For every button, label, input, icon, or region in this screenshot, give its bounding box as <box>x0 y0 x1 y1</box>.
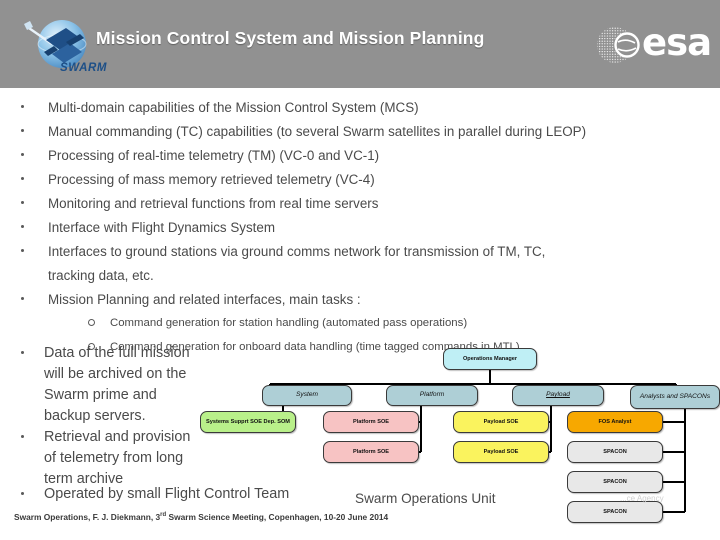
bullet-text: Mission Planning and related interfaces,… <box>48 292 361 307</box>
bullet-item: Multi-domain capabilities of the Mission… <box>0 96 720 120</box>
page-title: Mission Control System and Mission Plann… <box>96 28 485 48</box>
bullet-dot-icon <box>21 105 24 108</box>
bullet-text: Multi-domain capabilities of the Mission… <box>48 100 419 115</box>
org-chart: Operations Manager System Platform Paylo… <box>180 340 720 540</box>
bullet-dot-icon <box>21 201 24 204</box>
bullet-dot-icon <box>21 435 24 438</box>
bullet-list: Multi-domain capabilities of the Mission… <box>0 96 720 360</box>
bullet-item: Manual commanding (TC) capabilities (to … <box>0 120 720 144</box>
org-node-spacon-1[interactable]: SPACON <box>567 441 663 463</box>
bullet-dot-icon <box>21 492 24 495</box>
org-chart-caption: Swarm Operations Unit <box>355 491 496 506</box>
slide-footer: Swarm Operations, F. J. Diekmann, 3rd Sw… <box>14 512 388 522</box>
esa-logo: esa <box>596 21 712 68</box>
bullet-text: Interfaces to ground stations via ground… <box>48 244 546 259</box>
bullet-text: Manual commanding (TC) capabilities (to … <box>48 124 587 139</box>
org-node-category-system[interactable]: System <box>262 385 352 406</box>
org-node-payload-soe-1[interactable]: Payload SOE <box>453 411 549 433</box>
sub-bullet-item: Command generation for station handling … <box>0 312 720 336</box>
bullet-dot-icon <box>21 297 24 300</box>
header-divider <box>0 88 720 92</box>
sub-bullet-text: Command generation for station handling … <box>110 317 468 329</box>
bullet-dot-icon <box>21 153 24 156</box>
slide-header: SWARM Mission Control System and Mission… <box>0 0 720 88</box>
esa-globe-icon <box>597 27 640 63</box>
org-node-operations-manager[interactable]: Operations Manager <box>443 348 537 370</box>
bullet-text: Monitoring and retrieval functions from … <box>48 196 379 211</box>
org-node-category-analysts-spacons[interactable]: Analysts and SPACONs <box>630 385 720 409</box>
bullet-text: Interface with Flight Dynamics System <box>48 220 275 235</box>
bullet-dot-icon <box>21 225 24 228</box>
org-node-platform-soe-1[interactable]: Platform SOE <box>323 411 419 433</box>
org-node-fos-analyst[interactable]: FOS Analyst <box>567 411 663 433</box>
bullet-item: Interfaces to ground stations via ground… <box>0 240 720 288</box>
bullet-item: Processing of real-time telemetry (TM) (… <box>0 144 720 168</box>
org-node-category-payload[interactable]: Payload <box>512 385 604 406</box>
bullet-item: Mission Planning and related interfaces,… <box>0 288 720 312</box>
bullet-item: Interface with Flight Dynamics System <box>0 216 720 240</box>
agency-watermark: ...ce Agency <box>620 494 664 503</box>
org-node-payload-soe-2[interactable]: Payload SOE <box>453 441 549 463</box>
bullet-dot-icon <box>21 129 24 132</box>
org-node-spacon-2[interactable]: SPACON <box>567 471 663 493</box>
org-node-platform-soe-2[interactable]: Platform SOE <box>323 441 419 463</box>
bullet-item: Monitoring and retrieval functions from … <box>0 192 720 216</box>
bullet-text: Processing of real-time telemetry (TM) (… <box>48 148 380 163</box>
swarm-logo-text: SWARM <box>60 62 108 74</box>
bullet-dot-icon <box>21 249 24 252</box>
sub-bullet-ring-icon <box>88 319 95 326</box>
org-node-category-platform[interactable]: Platform <box>386 385 478 406</box>
bullet-dot-icon <box>21 177 24 180</box>
bullet-text: Processing of mass memory retrieved tele… <box>48 172 375 187</box>
esa-logo-text: esa <box>642 21 712 64</box>
org-node-spacon-3[interactable]: SPACON <box>567 501 663 523</box>
bullet-text-continuation: tracking data, etc. <box>48 268 154 283</box>
org-node-systems-support-soe[interactable]: Systems Supprt SOE Dep. SOM <box>200 411 296 433</box>
bullet-dot-icon <box>21 351 24 354</box>
footer-text-before: Swarm Operations, F. J. Diekmann, 3 <box>14 512 161 522</box>
footer-text-after: Swarm Science Meeting, Copenhagen, 10-20… <box>166 512 389 522</box>
bullet-item: Processing of mass memory retrieved tele… <box>0 168 720 192</box>
